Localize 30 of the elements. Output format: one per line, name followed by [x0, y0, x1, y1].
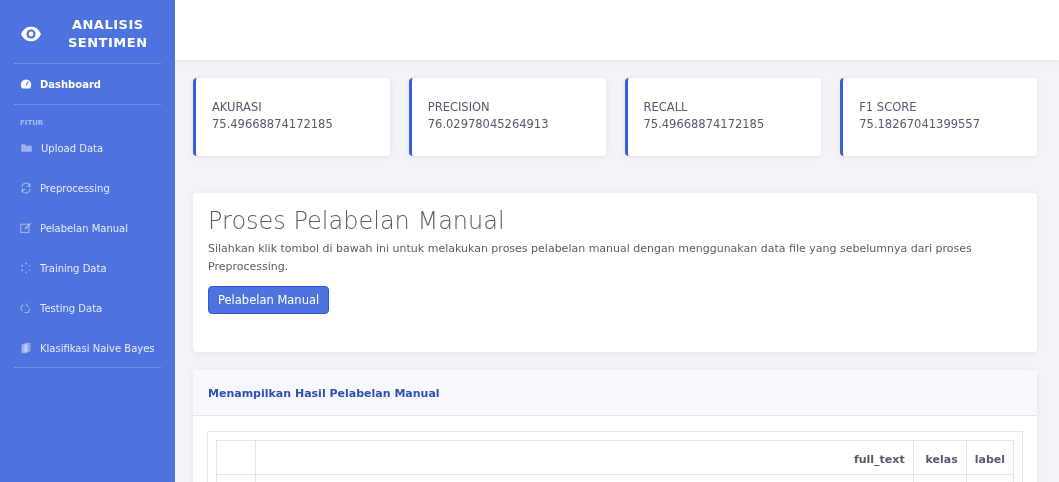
folder-icon — [20, 142, 33, 155]
metric-label: PRECISION — [427, 100, 491, 114]
sidebar-item[interactable]: Training Data — [14, 247, 161, 288]
metric-value: 75.49668874172185 — [212, 117, 334, 131]
card-title: Proses Pelabelan Manual — [208, 207, 506, 235]
spinner-icon — [20, 262, 32, 275]
sidebar-item[interactable]: Preprocessing — [14, 167, 161, 208]
metric-label: F1 SCORE — [859, 100, 918, 114]
recycle-icon — [20, 302, 32, 315]
gauge-icon — [20, 78, 32, 91]
sync-icon — [20, 182, 32, 195]
table-header-cell: kelas — [913, 440, 967, 475]
table-header-cell: label — [966, 440, 1014, 475]
sidebar-item[interactable]: Upload Data — [14, 127, 161, 168]
edit-icon — [20, 222, 32, 235]
sidebar-item[interactable]: Testing Data — [14, 287, 161, 328]
metric-label: AKURASI — [212, 100, 263, 114]
brand-title[interactable]: ANALISIS SENTIMEN — [68, 16, 148, 52]
sidebar-item[interactable]: Klasifikasi Naive Bayes — [14, 327, 161, 368]
pelabelan-button[interactable]: Pelabelan Manual — [208, 286, 330, 314]
sidebar-item[interactable]: Pelabelan Manual — [14, 207, 161, 248]
metric-value: 75.49668874172185 — [643, 117, 766, 131]
metric-label: RECALL — [643, 100, 689, 114]
table-header-cell: full_text — [255, 440, 914, 475]
metric-value: 76.02978045264913 — [427, 117, 550, 131]
copy-icon — [20, 342, 32, 355]
sidebar-item[interactable]: Dashboard — [14, 64, 161, 105]
metric-value: 75.18267041399557 — [859, 117, 981, 131]
card-description: Silahkan klik tombol di bawah ini untuk melakukan proses pelabelan manual dengan menggunakan data file yang sebelumnya dari proses Preprocessing. — [208, 241, 973, 275]
card-title: Menampilkan Hasil Pelabelan Manual — [208, 387, 440, 400]
